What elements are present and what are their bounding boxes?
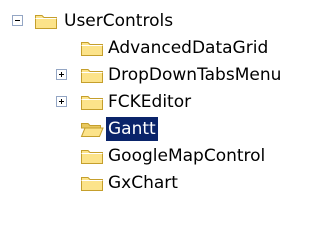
tree-node-label: GxChart	[108, 173, 178, 193]
tree-node-label-selected: Gantt	[106, 117, 158, 141]
folder-icon	[81, 96, 103, 110]
folder-icon	[81, 177, 103, 191]
tree-node-label: DropDownTabsMenu	[108, 65, 282, 85]
tree-node-dropdowntabsmenu[interactable]: DropDownTabsMenu	[0, 62, 322, 88]
folder-open-icon	[80, 123, 104, 137]
tree-node-fckeditor[interactable]: FCKEditor	[0, 89, 322, 115]
folder-icon	[81, 42, 103, 56]
tree-node-label: AdvancedDataGrid	[108, 38, 269, 58]
folder-icon	[35, 15, 57, 29]
expand-plus-icon[interactable]	[56, 69, 67, 80]
tree-node-label: UserControls	[64, 11, 174, 31]
expand-plus-icon[interactable]	[56, 96, 67, 107]
tree-node-label: FCKEditor	[108, 92, 192, 112]
folder-icon	[81, 150, 103, 164]
tree-node-advanceddatagrid[interactable]: AdvancedDataGrid	[0, 35, 322, 61]
tree-node-gantt[interactable]: Gantt	[0, 116, 322, 142]
tree-node-usercontrols[interactable]: UserControls	[0, 8, 322, 34]
collapse-minus-icon[interactable]	[12, 15, 23, 26]
tree-node-label: GoogleMapControl	[108, 146, 266, 166]
tree-node-gxchart[interactable]: GxChart	[0, 170, 322, 196]
tree-node-googlemapcontrol[interactable]: GoogleMapControl	[0, 143, 322, 169]
folder-icon	[81, 69, 103, 83]
